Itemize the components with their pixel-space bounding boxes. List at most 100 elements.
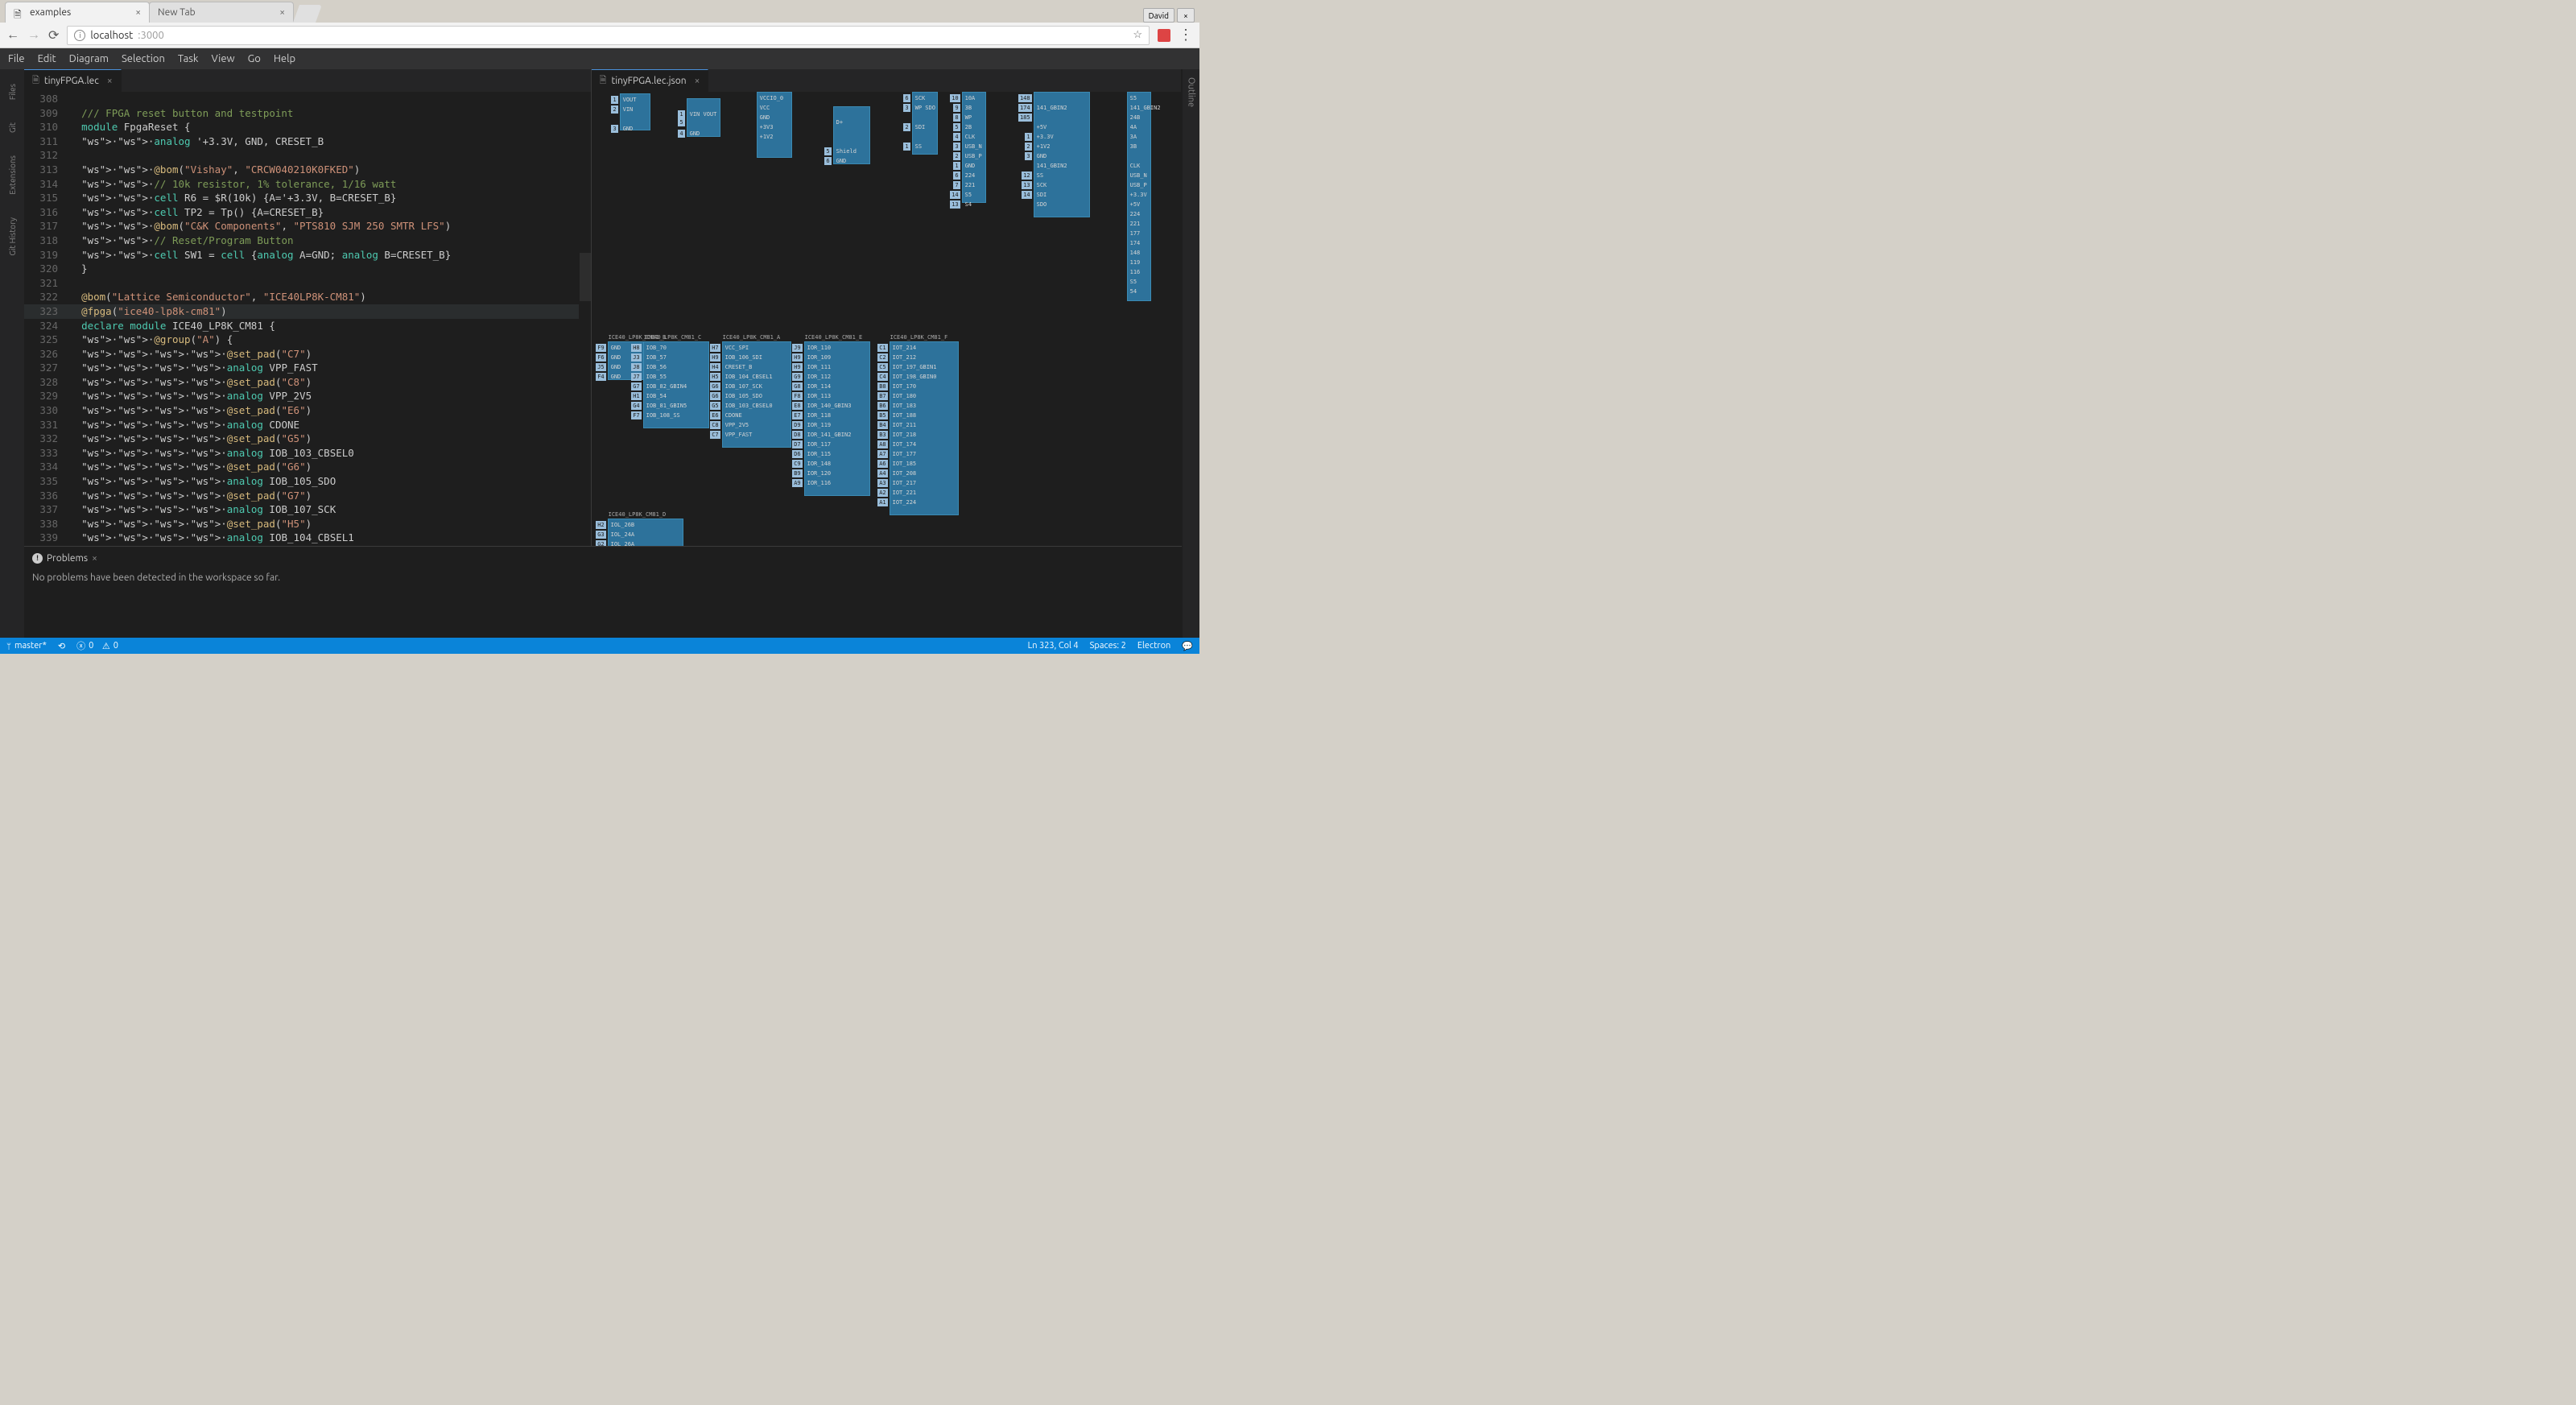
code-line[interactable]: 316 "ws">·"ws">·cell TP2 = Tp() {A=CRESE…: [24, 205, 579, 220]
diagram-component[interactable]: S5141_GBIN224B4A3A3BCLKUSB_NUSB_P+3.3V+5…: [1127, 92, 1151, 301]
forward-button[interactable]: →: [27, 27, 40, 43]
menu-task[interactable]: Task: [178, 53, 199, 64]
code-line[interactable]: 330 "ws">·"ws">·"ws">·"ws">·@set_pad("E6…: [24, 403, 579, 418]
code-line[interactable]: 314 "ws">·"ws">·// 10k resistor, 1% tole…: [24, 177, 579, 192]
close-icon[interactable]: ×: [695, 76, 700, 86]
activity-extensions[interactable]: Extensions: [8, 155, 17, 195]
component-pin: IOB_56: [646, 363, 667, 371]
window-close-button[interactable]: ×: [1177, 8, 1195, 23]
code-line[interactable]: 327 "ws">·"ws">·"ws">·"ws">·analog VPP_F…: [24, 361, 579, 375]
code-line[interactable]: 326 "ws">·"ws">·"ws">·"ws">·@set_pad("C7…: [24, 347, 579, 362]
code-line[interactable]: 308: [24, 92, 579, 106]
reload-button[interactable]: ⟳: [48, 27, 59, 43]
menu-help[interactable]: Help: [274, 53, 295, 64]
diagram-component[interactable]: ICE40_LP8K_CM81_CIOB_70IOB_57IOB_56IOB_5…: [643, 341, 709, 428]
code-line[interactable]: 335 "ws">·"ws">·"ws">·"ws">·analog IOB_1…: [24, 474, 579, 489]
menu-file[interactable]: File: [8, 53, 25, 64]
new-tab-button[interactable]: [293, 5, 322, 23]
close-icon[interactable]: ×: [279, 7, 285, 18]
diagram-component[interactable]: ICE40_LP8K_CM81_FIOT_214IOT_212IOT_197_G…: [890, 341, 959, 515]
close-icon[interactable]: ×: [92, 553, 97, 564]
diagram-viewer[interactable]: VOUTVINGND123 VIN VOUTGND1 54 VCCIO_0VCCGN…: [592, 92, 1181, 546]
component-pin-number: 14: [950, 191, 960, 199]
status-sync[interactable]: ⟲: [58, 641, 65, 651]
code-editor[interactable]: 308309 /// FPGA reset button and testpoi…: [24, 92, 591, 546]
problems-tab[interactable]: ! Problems ×: [32, 553, 97, 564]
diagram-component[interactable]: ICE40_LP8K_CM81_EIOR_110IOR_109IOR_111IO…: [804, 341, 870, 496]
diagram-component[interactable]: VOUTVINGND123: [620, 93, 650, 130]
code-line[interactable]: 322 @bom("Lattice Semiconductor", "ICE40…: [24, 290, 579, 304]
line-number: 321: [24, 276, 69, 291]
code-line[interactable]: 317 "ws">·"ws">·@bom("C&K Components", "…: [24, 219, 579, 233]
code-line[interactable]: 318 "ws">·"ws">·// Reset/Program Button: [24, 233, 579, 248]
status-backend[interactable]: Electron: [1137, 641, 1170, 651]
menu-view[interactable]: View: [212, 53, 235, 64]
code-line[interactable]: 312: [24, 148, 579, 163]
menu-go[interactable]: Go: [248, 53, 261, 64]
editor-tab[interactable]: 🗎 tinyFPGA.lec ×: [24, 69, 122, 92]
status-cursor[interactable]: Ln 323, Col 4: [1028, 641, 1079, 651]
diagram-component[interactable]: 141_GBIN2+5V+3.3V+1V2GND141_GBIN2SSSCKSD…: [1034, 92, 1090, 217]
code-text: "ws">·"ws">·"ws">·"ws">·@set_pad("C7"): [69, 347, 579, 362]
editor-tab[interactable]: 🗎 tinyFPGA.lec.json ×: [592, 69, 709, 92]
code-line[interactable]: 313 "ws">·"ws">·@bom("Vishay", "CRCW0402…: [24, 163, 579, 177]
notifications-icon[interactable]: 💬: [1182, 641, 1193, 651]
status-indent[interactable]: Spaces: 2: [1090, 641, 1126, 651]
component-pin: IOB_57: [646, 353, 667, 362]
browser-tab-active[interactable]: 🗎 examples ×: [5, 2, 150, 23]
activity-git-history[interactable]: Git History: [8, 217, 17, 256]
user-button[interactable]: David: [1143, 8, 1174, 23]
component-pin: IOT_221: [893, 489, 917, 497]
code-line[interactable]: 336 "ws">·"ws">·"ws">·"ws">·@set_pad("G7…: [24, 489, 579, 503]
site-info-icon[interactable]: i: [74, 30, 85, 41]
code-line[interactable]: 324 declare module ICE40_LP8K_CM81 {: [24, 319, 579, 333]
diagram-component[interactable]: ICE40_LP8K_CM81_AVCC_SPIIOB_106_SDICRESE…: [722, 341, 791, 448]
back-button[interactable]: ←: [6, 27, 19, 43]
code-line[interactable]: 332 "ws">·"ws">·"ws">·"ws">·@set_pad("G5…: [24, 432, 579, 446]
code-line[interactable]: 323 @fpga("ice40-lp8k-cm81"): [24, 304, 579, 319]
menu-selection[interactable]: Selection: [122, 53, 165, 64]
outline-bar[interactable]: Outline: [1182, 69, 1199, 638]
diagram-component[interactable]: 10A3BWP2BCLKUSB_NUSB_PGND224221S5S410985…: [962, 92, 986, 203]
browser-tab-inactive[interactable]: New Tab ×: [149, 2, 294, 23]
diagram-component[interactable]: D+ShieldGND56: [833, 106, 870, 164]
extension-icon[interactable]: [1158, 29, 1170, 42]
menu-icon[interactable]: ⋮: [1179, 27, 1193, 43]
status-branch[interactable]: ᛘ master*: [6, 641, 47, 651]
diagram-component[interactable]: SCKWP SDOSDISS6321: [912, 92, 938, 155]
url-bar[interactable]: i localhost:3000 ☆: [67, 26, 1150, 45]
menu-edit[interactable]: Edit: [38, 53, 56, 64]
code-line[interactable]: 328 "ws">·"ws">·"ws">·"ws">·@set_pad("C8…: [24, 375, 579, 390]
diagram-component[interactable]: ICE40_LP8K_CM81_DIOL_26BIOL_24AIOL_26AIO…: [608, 519, 683, 546]
code-line[interactable]: 320 }: [24, 262, 579, 276]
close-icon[interactable]: ×: [107, 76, 113, 86]
code-line[interactable]: 334 "ws">·"ws">·"ws">·"ws">·@set_pad("G6…: [24, 460, 579, 474]
code-line[interactable]: 337 "ws">·"ws">·"ws">·"ws">·analog IOB_1…: [24, 502, 579, 517]
code-line[interactable]: 311 "ws">·"ws">·analog '+3.3V, GND, CRES…: [24, 134, 579, 149]
minimap[interactable]: [580, 92, 591, 546]
code-line[interactable]: 329 "ws">·"ws">·"ws">·"ws">·analog VPP_2…: [24, 389, 579, 403]
component-pin-number: B4: [877, 421, 887, 429]
activity-git[interactable]: Git: [8, 122, 17, 133]
diagram-component[interactable]: VCCIO_0VCCGND+3V3+1V2: [757, 92, 792, 158]
code-line[interactable]: 321: [24, 276, 579, 291]
menu-diagram[interactable]: Diagram: [69, 53, 109, 64]
bookmark-icon[interactable]: ☆: [1133, 29, 1142, 41]
code-line[interactable]: 325 "ws">·"ws">·@group("A") {: [24, 333, 579, 347]
line-number: 334: [24, 460, 69, 474]
code-line[interactable]: 309 /// FPGA reset button and testpoint: [24, 106, 579, 121]
activity-files[interactable]: Files: [8, 84, 17, 100]
code-line[interactable]: 315 "ws">·"ws">·cell R6 = $R(10k) {A='+3…: [24, 191, 579, 205]
code-line[interactable]: 319 "ws">·"ws">·cell SW1 = cell {analog …: [24, 248, 579, 262]
code-line[interactable]: 339 "ws">·"ws">·"ws">·"ws">·analog IOB_1…: [24, 531, 579, 545]
close-icon[interactable]: ×: [135, 7, 141, 18]
code-line[interactable]: 340 "ws">·"ws">·"ws">·"ws">·@set_pad("H6…: [24, 545, 579, 546]
code-line[interactable]: 333 "ws">·"ws">·"ws">·"ws">·analog IOB_1…: [24, 446, 579, 461]
component-pin: IOB_54: [646, 392, 667, 400]
code-line[interactable]: 331 "ws">·"ws">·"ws">·"ws">·analog CDONE: [24, 418, 579, 432]
diagram-component[interactable]: VIN VOUTGND1 54: [687, 98, 720, 137]
status-errors[interactable]: ⓧ0 ⚠0: [76, 639, 118, 652]
code-line[interactable]: 338 "ws">·"ws">·"ws">·"ws">·@set_pad("H5…: [24, 517, 579, 531]
code-line[interactable]: 310 module FpgaReset {: [24, 120, 579, 134]
component-pin: GND: [611, 344, 621, 352]
